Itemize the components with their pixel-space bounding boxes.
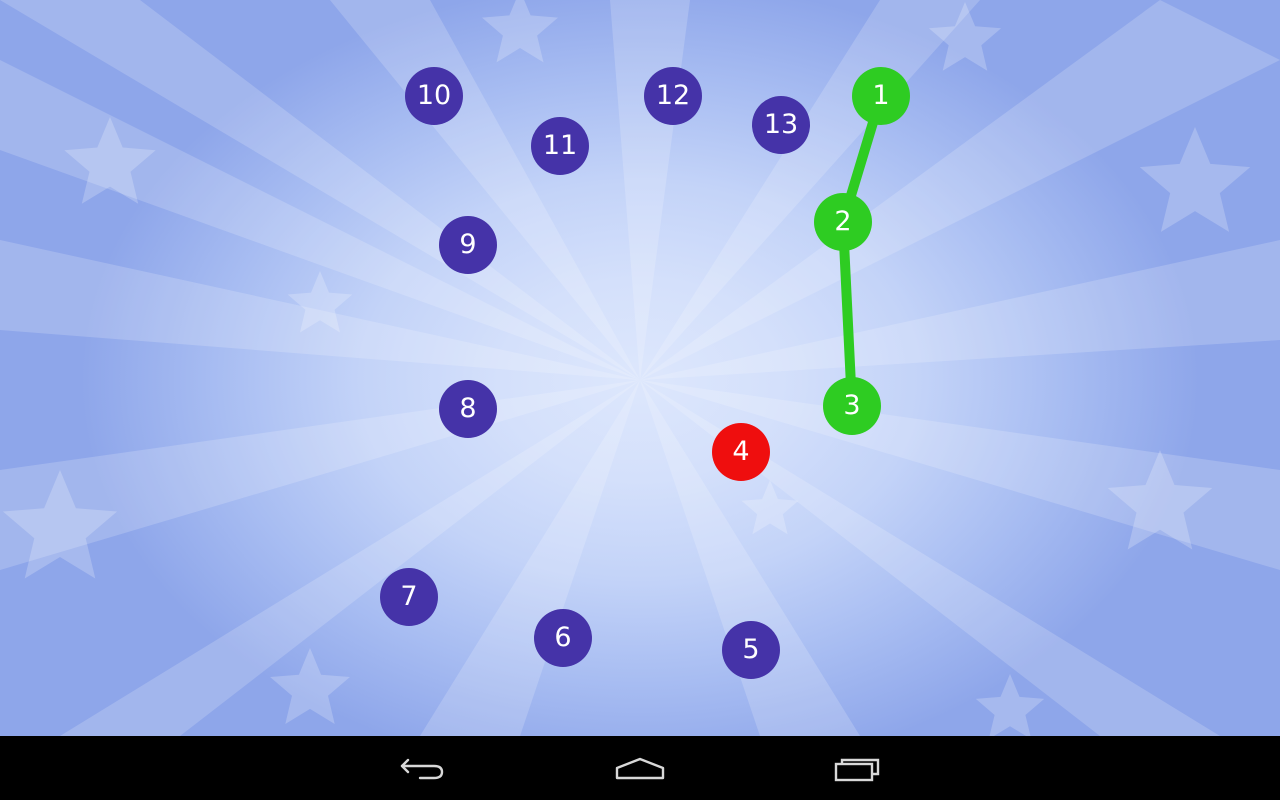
game-board: 1 2 3 4 5 6 7 8 9 10 11 12 13 (0, 0, 1280, 736)
dot-6[interactable]: 6 (534, 609, 592, 667)
dot-8[interactable]: 8 (439, 380, 497, 438)
dot-3[interactable]: 3 (823, 377, 881, 435)
dot-7[interactable]: 7 (380, 568, 438, 626)
dot-10[interactable]: 10 (405, 67, 463, 125)
recent-apps-button[interactable] (812, 736, 908, 800)
system-navigation-bar (0, 736, 1280, 800)
home-icon (615, 757, 665, 780)
home-button[interactable] (592, 736, 688, 800)
dot-4[interactable]: 4 (712, 423, 770, 481)
dot-5[interactable]: 5 (722, 621, 780, 679)
connection-lines (838, 91, 886, 411)
dot-1[interactable]: 1 (852, 67, 910, 125)
back-button[interactable] (376, 736, 472, 800)
dot-2[interactable]: 2 (814, 193, 872, 251)
recent-apps-icon (834, 758, 880, 782)
dot-13[interactable]: 13 (752, 96, 810, 154)
back-icon (400, 758, 444, 780)
dot-9[interactable]: 9 (439, 216, 497, 274)
dot-11[interactable]: 11 (531, 117, 589, 175)
dot-12[interactable]: 12 (644, 67, 702, 125)
